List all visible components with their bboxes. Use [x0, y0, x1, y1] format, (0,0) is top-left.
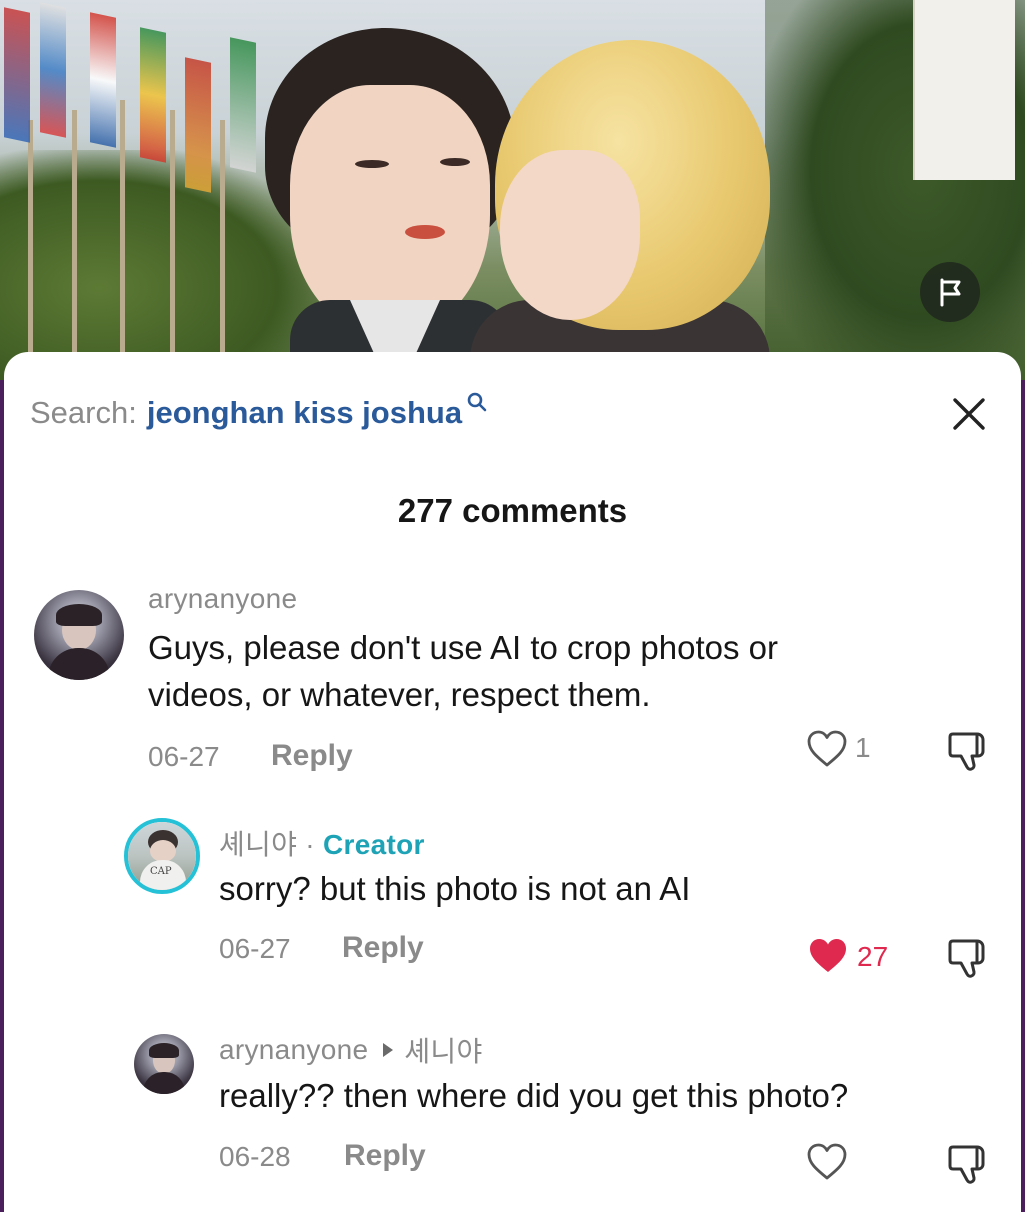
background-flag	[230, 37, 256, 173]
comment-count: 277 comments	[397, 492, 628, 529]
person-left-eye	[440, 158, 470, 166]
flag-icon	[940, 278, 961, 307]
creator-badge: Creator	[323, 829, 425, 860]
creator-avatar[interactable]: CAP	[124, 818, 200, 894]
reply-button[interactable]: Reply	[271, 739, 353, 773]
thumbs-down-icon[interactable]	[947, 1142, 993, 1186]
like-count: 27	[857, 941, 889, 972]
report-button[interactable]	[920, 262, 980, 322]
thumbs-down-icon[interactable]	[947, 729, 993, 773]
flag-pole	[220, 120, 225, 380]
heart-icon-filled[interactable]	[806, 936, 850, 976]
comment-username[interactable]: arynanyone 셰니야	[219, 1030, 483, 1070]
comment-text: Guys, please don't use AI to crop photos…	[148, 624, 778, 718]
shirt-print: CAP	[150, 866, 172, 877]
comment-text: sorry? but this photo is not an AI	[219, 870, 691, 907]
comment-username[interactable]: 셰니야 · Creator	[219, 823, 425, 863]
person-right-face	[500, 150, 640, 320]
background-flag	[140, 27, 166, 163]
search-query-link[interactable]: jeonghan kiss joshua	[147, 395, 462, 431]
comment-text-line: Guys, please don't use AI to crop photos…	[148, 629, 779, 666]
like-count: 1	[855, 732, 871, 763]
thumbs-down-icon[interactable]	[947, 936, 993, 980]
heart-icon[interactable]	[806, 729, 848, 769]
person-left-face	[290, 85, 490, 335]
search-icon[interactable]	[466, 391, 488, 413]
comment-text-line: videos, or whatever, respect them.	[148, 676, 651, 713]
comment-date: 06-27	[219, 933, 291, 964]
avatar[interactable]	[34, 590, 124, 680]
background-flag	[4, 7, 30, 143]
username-text[interactable]: 셰니야	[219, 829, 297, 860]
heart-icon[interactable]	[806, 1142, 848, 1182]
reply-button[interactable]: Reply	[344, 1139, 426, 1173]
username-text[interactable]: arynanyone	[219, 1034, 368, 1066]
separator: ·	[305, 829, 315, 860]
flag-pole	[170, 110, 175, 380]
close-button[interactable]	[948, 393, 990, 435]
search-label: Search:	[30, 395, 137, 430]
flag-pole	[120, 100, 125, 380]
person-left-eye	[355, 160, 389, 168]
close-icon	[953, 398, 985, 430]
triangle-right-icon	[383, 1043, 394, 1057]
background-flag	[185, 57, 211, 193]
person-left-lips	[405, 225, 445, 239]
background-billboard	[913, 0, 1015, 180]
reply-to-username[interactable]: 셰니야	[404, 1030, 482, 1070]
video-player[interactable]	[0, 0, 1025, 380]
reply-button[interactable]: Reply	[342, 931, 424, 965]
related-search[interactable]: Search: jeonghan kiss joshua	[30, 392, 488, 435]
flag-pole	[72, 110, 77, 380]
flag-pole	[28, 120, 33, 380]
avatar[interactable]	[134, 1034, 194, 1094]
background-flag	[90, 12, 116, 148]
comment-username[interactable]: arynanyone	[148, 583, 297, 615]
comment-date: 06-28	[219, 1141, 291, 1172]
comment-text: really?? then where did you get this pho…	[219, 1077, 849, 1114]
comment-date: 06-27	[148, 741, 220, 772]
background-flag	[40, 2, 66, 138]
